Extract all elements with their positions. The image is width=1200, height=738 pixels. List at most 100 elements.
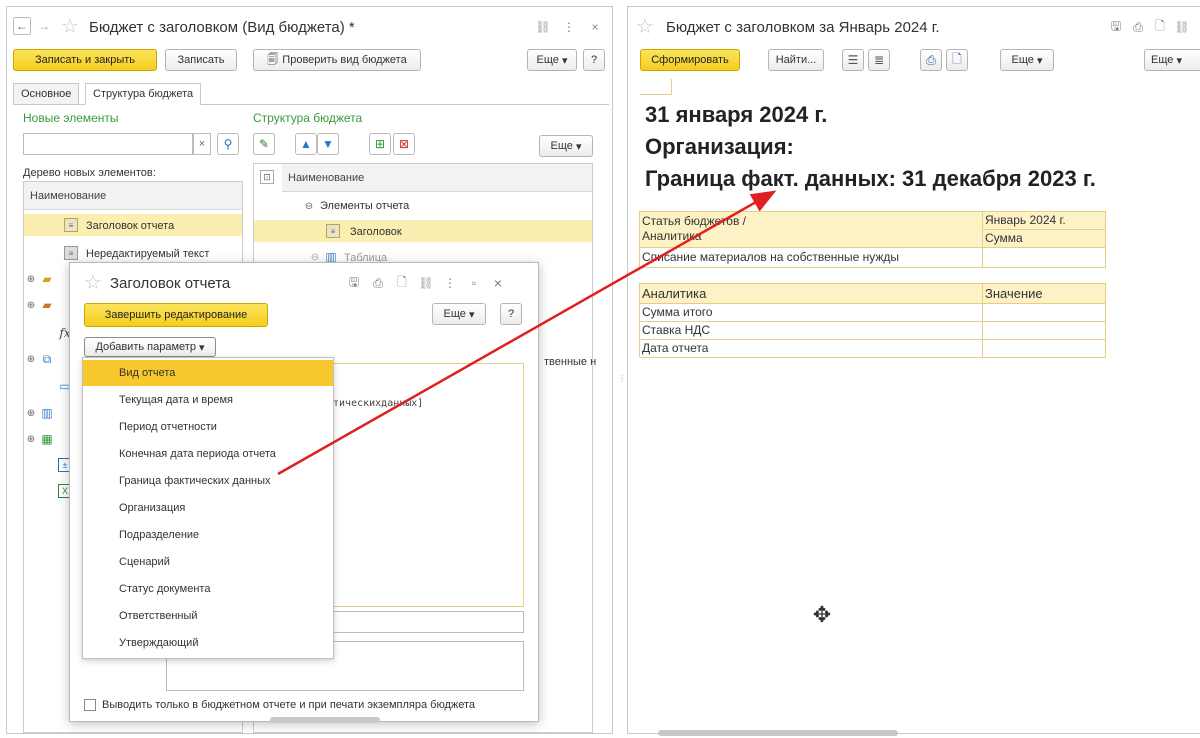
expand-icon[interactable]: ⊕ <box>26 354 36 365</box>
more-button[interactable]: Еще ▾ <box>527 49 577 71</box>
kebab-icon[interactable]: ⋮ <box>444 275 456 291</box>
finish-editing-button[interactable]: Завершить редактирование <box>84 303 268 327</box>
more-button-2[interactable]: Еще ▾ <box>1144 49 1200 71</box>
window-title: Бюджет с заголовком (Вид бюджета) * <box>89 19 355 36</box>
structure-column-header: Наименование <box>282 164 592 192</box>
generate-button[interactable]: Сформировать <box>640 49 740 71</box>
up-icon[interactable]: ▲ <box>295 133 317 155</box>
link-icon[interactable]: ⛓ <box>418 275 434 291</box>
star-icon[interactable]: ☆ <box>59 15 81 38</box>
kebab-icon[interactable]: ⋮ <box>563 19 575 35</box>
dialog-scrollbar-thumb[interactable] <box>270 717 380 723</box>
tab-structure[interactable]: Структура бюджета <box>85 83 202 105</box>
menu-item-period-end[interactable]: Конечная дата периода отчета <box>83 441 333 467</box>
more-label: Еще <box>1011 54 1034 66</box>
list-icon[interactable]: ☰ <box>842 49 864 71</box>
structure-row-selected[interactable] <box>254 220 592 242</box>
add-parameter-menu: Вид отчета Текущая дата и время Период о… <box>82 357 334 659</box>
expand-icon[interactable]: ⊕ <box>26 434 36 445</box>
search-icon[interactable]: ⚲ <box>217 133 239 155</box>
dialog-help-button[interactable]: ? <box>500 303 522 325</box>
report-fact-boundary: Граница факт. данных: 31 декабря 2023 г. <box>645 166 1096 191</box>
window-splitter[interactable]: ⋮ <box>617 6 626 734</box>
collapse-icon[interactable]: ⊖ <box>310 252 320 263</box>
dialog-more-label: Еще <box>443 308 466 320</box>
menu-item-approver[interactable]: Утверждающий <box>83 630 333 656</box>
close-icon[interactable]: × <box>490 275 506 291</box>
menu-item-current-datetime[interactable]: Текущая дата и время <box>83 387 333 413</box>
print-icon[interactable]: ⎙ <box>370 275 386 291</box>
new-elements-search-input[interactable] <box>23 133 193 155</box>
table1-row: Списание материалов на собственные нужды <box>640 248 983 268</box>
link-icon[interactable]: ⛓ <box>535 19 551 35</box>
report-organization: Организация: <box>645 134 794 159</box>
tab-main[interactable]: Основное <box>13 83 80 105</box>
preview-icon[interactable]: 🗋 <box>394 275 410 291</box>
menu-item-responsible[interactable]: Ответственный <box>83 603 333 629</box>
back-arrow-icon[interactable]: ← <box>13 17 31 35</box>
cursor-icon: ✥ <box>812 602 832 627</box>
pencil-icon[interactable]: ✎ <box>253 133 275 155</box>
add-parameter-button[interactable]: Добавить параметр ▾ <box>84 337 216 357</box>
tab-bar: Основное Структура бюджета <box>13 83 609 105</box>
clear-icon[interactable]: × <box>193 133 211 155</box>
menu-item-department[interactable]: Подразделение <box>83 522 333 548</box>
close-icon[interactable]: × <box>587 19 603 35</box>
delete-element-icon[interactable]: ⊠ <box>393 133 415 155</box>
expand-icon[interactable]: ⊕ <box>26 274 36 285</box>
check-label: Проверить вид бюджета <box>282 54 407 66</box>
expand-icon[interactable]: ⊕ <box>26 300 36 311</box>
find-button[interactable]: Найти... <box>768 49 824 71</box>
save-close-button[interactable]: Записать и закрыть <box>13 49 157 71</box>
right-scrollbar[interactable] <box>640 730 1196 736</box>
report-date: 31 января 2024 г. <box>645 102 828 127</box>
table-icon: ▥ <box>41 406 53 420</box>
expand-icon[interactable]: ⊕ <box>26 408 36 419</box>
dialog-scrollbar[interactable] <box>260 717 500 723</box>
folder-icon: ▰ <box>42 272 52 286</box>
preview-icon[interactable]: 🗋 <box>946 49 968 71</box>
table2-row: Дата отчета <box>640 340 983 358</box>
report-table-2: Аналитика Значение Сумма итого Ставка НД… <box>639 283 1106 358</box>
menu-item-scenario[interactable]: Сценарий <box>83 549 333 575</box>
splitter-dots: ⋮ <box>618 374 626 383</box>
save-icon[interactable]: 🖫 <box>1108 19 1124 35</box>
preview-icon[interactable]: 🗋 <box>1152 19 1168 35</box>
check-button[interactable]: 🗐 Проверить вид бюджета <box>253 49 421 71</box>
dialog-more-button[interactable]: Еще ▾ <box>432 303 486 325</box>
table2-row-value <box>983 340 1106 358</box>
link-icon[interactable]: ⛓ <box>1174 19 1190 35</box>
save-button[interactable]: Записать <box>165 49 237 71</box>
more-button[interactable]: Еще ▾ <box>1000 49 1054 71</box>
print-icon[interactable]: ⎙ <box>1130 19 1146 35</box>
table2-row-value <box>983 322 1106 340</box>
save-icon[interactable]: 🖫 <box>346 275 362 291</box>
menu-item-organization[interactable]: Организация <box>83 495 333 521</box>
star-icon[interactable]: ☆ <box>634 15 656 38</box>
table2-row: Ставка НДС <box>640 322 983 340</box>
add-element-icon[interactable]: ⊞ <box>369 133 391 155</box>
structure-more-button[interactable]: Еще ▾ <box>539 135 593 157</box>
menu-item-status[interactable]: Статус документа <box>83 576 333 602</box>
table1-header-1: Статья бюджетов / Аналитика <box>640 212 983 248</box>
table2-row: Сумма итого <box>640 304 983 322</box>
output-checkbox[interactable] <box>84 699 96 711</box>
settings-icon[interactable]: ⊡ <box>260 170 274 184</box>
menu-item-fact-boundary[interactable]: Граница фактических данных <box>83 468 333 494</box>
collapse-icon[interactable]: ⊖ <box>304 201 314 212</box>
forward-arrow-icon[interactable]: → <box>35 17 53 35</box>
editor-fragment: ктическихданных] <box>327 398 424 409</box>
menu-item-period[interactable]: Период отчетности <box>83 414 333 440</box>
print-icon[interactable]: ⎙ <box>920 49 942 71</box>
menu-item-report-type[interactable]: Вид отчета <box>83 360 333 386</box>
star-icon[interactable]: ☆ <box>82 271 104 294</box>
down-icon[interactable]: ▼ <box>317 133 339 155</box>
maximize-icon[interactable]: ▫ <box>466 275 482 291</box>
table1-row-value <box>983 248 1106 268</box>
header-element-icon: ≡ <box>326 224 340 238</box>
right-scrollbar-thumb[interactable] <box>658 730 898 736</box>
folder-icon: ▰ <box>42 298 52 312</box>
group-icon: ⧉ <box>42 351 52 366</box>
help-button[interactable]: ? <box>583 49 605 71</box>
list-sort-icon[interactable]: ≣ <box>868 49 890 71</box>
